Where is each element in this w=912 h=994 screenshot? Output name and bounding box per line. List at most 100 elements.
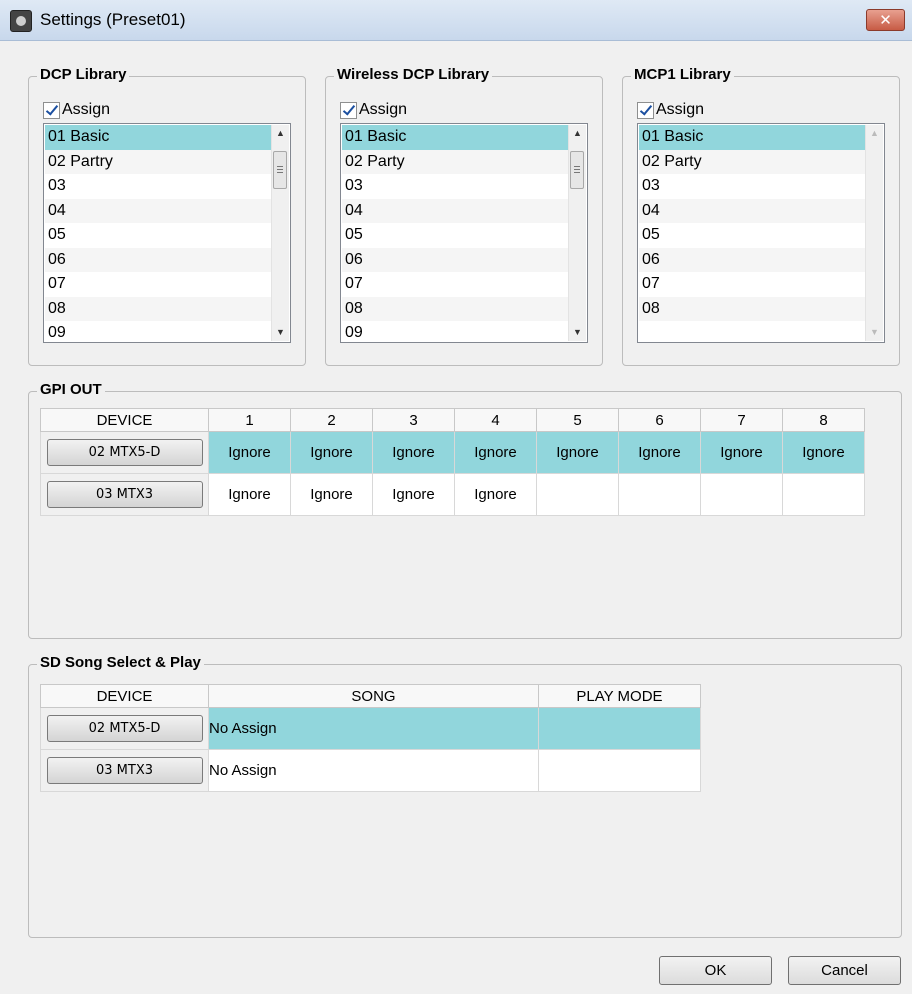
gpi-out-legend: GPI OUT <box>37 381 105 398</box>
gpi-cell[interactable]: Ignore <box>618 431 701 474</box>
list-item[interactable]: 01 Basic <box>639 125 865 150</box>
gpi-cell[interactable]: Ignore <box>290 431 373 474</box>
list-item[interactable]: 03 <box>342 174 568 199</box>
gpi-cell[interactable] <box>700 473 783 516</box>
gpi-cell[interactable]: Ignore <box>536 431 619 474</box>
checkbox-check-icon[interactable] <box>637 102 654 119</box>
dcp-library-legend: DCP Library <box>37 66 130 83</box>
header-gpi-2: 2 <box>290 408 373 432</box>
table-row: 02 MTX5-D No Assign <box>40 707 701 750</box>
list-item[interactable]: 06 <box>45 247 271 272</box>
gpi-cell[interactable]: Ignore <box>372 473 455 516</box>
list-item[interactable]: 06 <box>342 247 568 272</box>
wireless-dcp-assign-label: Assign <box>359 101 408 118</box>
scroll-up-icon[interactable]: ▲ <box>866 125 883 142</box>
gpi-cell[interactable] <box>618 473 701 516</box>
sd-song-group: SD Song Select & Play DEVICE SONG PLAY M… <box>28 654 902 938</box>
table-row: 03 MTX3 Ignore Ignore Ignore Ignore <box>40 473 865 516</box>
gpi-cell[interactable]: Ignore <box>700 431 783 474</box>
header-gpi-7: 7 <box>700 408 783 432</box>
header-gpi-5: 5 <box>536 408 619 432</box>
mcp1-library-group: MCP1 Library Assign 01 Basic 02 Party 03… <box>622 66 900 366</box>
header-gpi-6: 6 <box>618 408 701 432</box>
checkbox-check-icon[interactable] <box>43 102 60 119</box>
list-item[interactable]: 06 <box>639 247 865 272</box>
wireless-dcp-library-group: Wireless DCP Library Assign 01 Basic 02 … <box>325 66 603 366</box>
gpi-cell[interactable]: Ignore <box>454 431 537 474</box>
song-cell[interactable]: No Assign <box>208 749 539 792</box>
list-item[interactable]: 01 Basic <box>342 125 568 150</box>
scroll-up-icon[interactable]: ▲ <box>272 125 289 142</box>
scroll-down-icon[interactable]: ▼ <box>866 324 883 341</box>
mcp1-assign-label: Assign <box>656 101 705 118</box>
dcp-library-list[interactable]: 01 Basic 02 Partry 03 04 05 06 07 08 09 … <box>43 123 291 343</box>
header-gpi-1: 1 <box>208 408 291 432</box>
scroll-down-icon[interactable]: ▼ <box>272 324 289 341</box>
scroll-thumb[interactable] <box>570 151 584 189</box>
gpi-cell[interactable] <box>536 473 619 516</box>
window-title: Settings (Preset01) <box>40 10 186 29</box>
gpi-cell[interactable]: Ignore <box>208 473 291 516</box>
vertical-scrollbar[interactable]: ▲ ▼ <box>568 125 586 341</box>
gpi-cell[interactable]: Ignore <box>782 431 865 474</box>
dcp-library-group: DCP Library Assign 01 Basic 02 Partry 03… <box>28 66 306 366</box>
gpi-cell[interactable]: Ignore <box>454 473 537 516</box>
close-button[interactable]: ✕ <box>866 9 905 31</box>
table-row: 03 MTX3 No Assign <box>40 749 701 792</box>
list-item[interactable]: 05 <box>639 223 865 248</box>
list-item[interactable]: 07 <box>639 272 865 297</box>
list-item[interactable]: 01 Basic <box>45 125 271 150</box>
checkbox-check-icon[interactable] <box>340 102 357 119</box>
header-device: DEVICE <box>40 684 209 708</box>
list-item[interactable]: 08 <box>639 296 865 321</box>
scroll-down-icon[interactable]: ▼ <box>569 324 586 341</box>
list-item[interactable]: 04 <box>342 198 568 223</box>
gpi-cell[interactable]: Ignore <box>290 473 373 516</box>
wireless-dcp-library-list[interactable]: 01 Basic 02 Party 03 04 05 06 07 08 09 ▲… <box>340 123 588 343</box>
list-item[interactable]: 09 <box>342 321 568 342</box>
scroll-thumb[interactable] <box>273 151 287 189</box>
header-gpi-4: 4 <box>454 408 537 432</box>
scroll-up-icon[interactable]: ▲ <box>569 125 586 142</box>
list-item[interactable]: 05 <box>342 223 568 248</box>
gpi-cell[interactable] <box>782 473 865 516</box>
list-item[interactable]: 04 <box>45 198 271 223</box>
mcp1-library-list[interactable]: 01 Basic 02 Party 03 04 05 06 07 08 ▲ ▼ <box>637 123 885 343</box>
device-button[interactable]: 02 MTX5-D <box>46 439 203 466</box>
list-item[interactable]: 03 <box>639 174 865 199</box>
cancel-button[interactable]: Cancel <box>788 956 901 985</box>
list-item[interactable]: 09 <box>45 321 271 342</box>
gpi-cell[interactable]: Ignore <box>372 431 455 474</box>
vertical-scrollbar[interactable]: ▲ ▼ <box>271 125 289 341</box>
ok-button[interactable]: OK <box>659 956 772 985</box>
play-mode-cell[interactable] <box>538 707 701 750</box>
list-item[interactable]: 02 Party <box>639 149 865 174</box>
device-button[interactable]: 03 MTX3 <box>46 481 203 508</box>
header-song: SONG <box>208 684 539 708</box>
list-item[interactable]: 02 Party <box>342 149 568 174</box>
play-mode-cell[interactable] <box>538 749 701 792</box>
device-button[interactable]: 02 MTX5-D <box>46 715 203 742</box>
vertical-scrollbar[interactable]: ▲ ▼ <box>865 125 883 341</box>
list-item[interactable]: 07 <box>342 272 568 297</box>
list-item[interactable]: 02 Partry <box>45 149 271 174</box>
wireless-dcp-library-legend: Wireless DCP Library <box>334 66 493 83</box>
title-bar: Settings (Preset01) ✕ <box>0 0 912 41</box>
sd-song-legend: SD Song Select & Play <box>37 654 204 671</box>
list-item[interactable]: 03 <box>45 174 271 199</box>
list-item[interactable]: 05 <box>45 223 271 248</box>
list-item[interactable]: 08 <box>45 296 271 321</box>
header-play-mode: PLAY MODE <box>538 684 701 708</box>
sd-song-table: DEVICE SONG PLAY MODE 02 MTX5-D No Assig… <box>40 684 701 792</box>
app-icon <box>10 10 32 32</box>
list-item[interactable]: 08 <box>342 296 568 321</box>
header-gpi-3: 3 <box>372 408 455 432</box>
list-item[interactable]: 07 <box>45 272 271 297</box>
device-button[interactable]: 03 MTX3 <box>46 757 203 784</box>
song-cell[interactable]: No Assign <box>208 707 539 750</box>
header-device: DEVICE <box>40 408 209 432</box>
dcp-assign-label: Assign <box>62 101 111 118</box>
gpi-cell[interactable]: Ignore <box>208 431 291 474</box>
gpi-out-group: GPI OUT DEVICE 1 2 3 4 5 6 7 8 02 MTX5-D… <box>28 381 902 639</box>
list-item[interactable]: 04 <box>639 198 865 223</box>
